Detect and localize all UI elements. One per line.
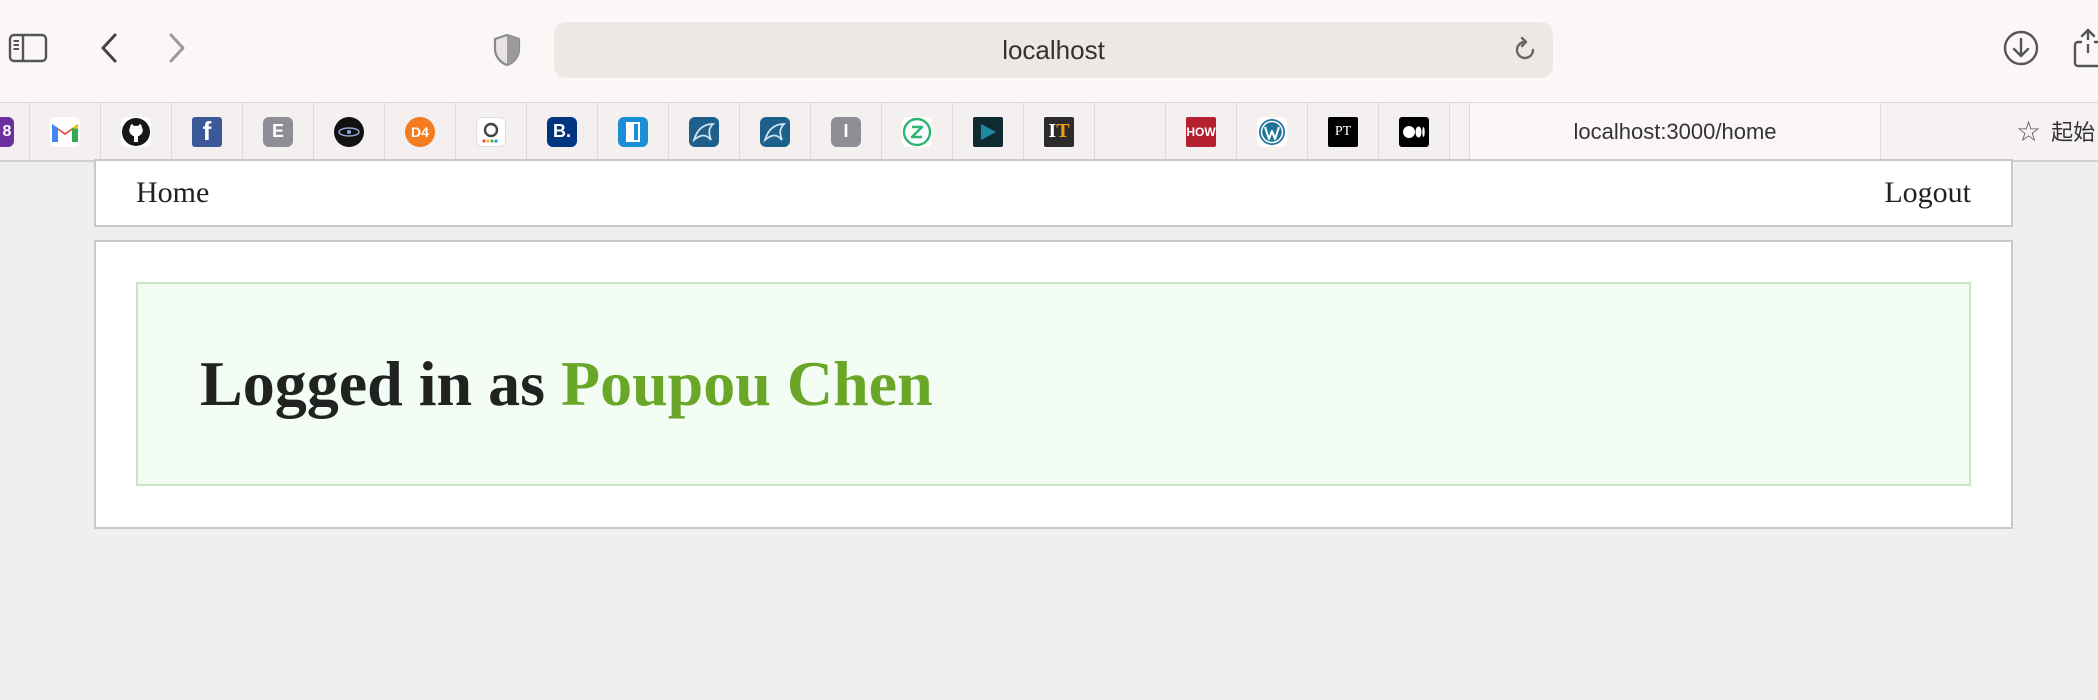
download-icon[interactable]: [1998, 26, 2044, 70]
bookmark-partial-icon: 8: [0, 116, 14, 147]
door-icon: [618, 116, 648, 147]
dark-logo-icon: [334, 116, 364, 147]
browser-toolbar: localhost: [0, 0, 2098, 102]
d4-icon: D4: [405, 116, 435, 147]
gmail-icon: [50, 116, 80, 147]
tab-bar: 8 f E D4 B. I I T HOW PT localhost:3000/…: [0, 102, 2098, 162]
tab-overflow-label: 起始: [2051, 121, 2096, 146]
bookmark-blank[interactable]: [1095, 103, 1166, 160]
bookmark-a-site[interactable]: [456, 103, 527, 160]
bookmark-play-dark[interactable]: [953, 103, 1024, 160]
forward-icon[interactable]: [158, 28, 196, 68]
bookmark-i-site[interactable]: I: [811, 103, 882, 160]
mysql-dolphin-icon: [760, 116, 790, 147]
tab-active-title: localhost:3000/home: [1573, 118, 1777, 144]
bookmark-z-site[interactable]: [882, 103, 953, 160]
blank-icon: [1115, 117, 1145, 147]
home-link[interactable]: Home: [136, 161, 209, 225]
sidebar-toggle-icon[interactable]: [6, 28, 50, 68]
login-status-heading: Logged in as Poupou Chen: [200, 284, 933, 484]
favorites-bar: 8 f E D4 B. I I T HOW PT: [0, 103, 1450, 160]
e-site-icon: E: [263, 116, 293, 147]
privacy-shield-icon[interactable]: [488, 30, 526, 70]
z-site-icon: [902, 116, 932, 147]
star-icon[interactable]: ☆: [2016, 115, 2041, 148]
bookmark-mysql-2[interactable]: [740, 103, 811, 160]
login-status-prefix: Logged in as: [200, 348, 545, 419]
booking-icon: B.: [547, 116, 577, 147]
bookmark-wordpress[interactable]: [1237, 103, 1308, 160]
play-icon: [973, 116, 1003, 147]
bookmark-it-site[interactable]: IT: [1024, 103, 1095, 160]
main-card: Logged in as Poupou Chen: [94, 240, 2013, 529]
bookmark-medium[interactable]: [1379, 103, 1450, 160]
medium-icon: [1399, 116, 1429, 147]
bookmark-door-app[interactable]: [598, 103, 669, 160]
wordpress-icon: [1257, 116, 1287, 147]
tab-overflow[interactable]: ☆ 起始: [2016, 111, 2095, 151]
username: Poupou Chen: [560, 348, 933, 419]
how-icon: HOW: [1186, 116, 1216, 147]
bookmark-github[interactable]: [101, 103, 172, 160]
share-icon[interactable]: [2068, 26, 2098, 70]
bookmark-how[interactable]: HOW: [1166, 103, 1237, 160]
it-site-icon: IT: [1044, 116, 1074, 147]
logout-link[interactable]: Logout: [1884, 161, 1971, 225]
back-icon[interactable]: [90, 28, 128, 68]
pt-site-icon: PT: [1328, 116, 1358, 147]
tab-active[interactable]: localhost:3000/home: [1469, 103, 1881, 160]
bookmark-partial[interactable]: 8: [0, 103, 30, 160]
reload-icon[interactable]: [1509, 34, 1541, 66]
bookmark-booking[interactable]: B.: [527, 103, 598, 160]
bookmark-facebook[interactable]: f: [172, 103, 243, 160]
login-status-alert: Logged in as Poupou Chen: [136, 282, 1971, 486]
bookmark-dark-logo[interactable]: [314, 103, 385, 160]
bookmark-pt-site[interactable]: PT: [1308, 103, 1379, 160]
a-site-icon: [476, 116, 506, 147]
bookmark-mysql-1[interactable]: [669, 103, 740, 160]
bookmark-gmail[interactable]: [30, 103, 101, 160]
i-site-icon: I: [831, 116, 861, 147]
site-navbar: Home Logout: [94, 159, 2013, 227]
github-icon: [121, 116, 151, 147]
facebook-icon: f: [192, 116, 222, 147]
address-bar[interactable]: localhost: [554, 22, 1553, 78]
address-bar-text[interactable]: localhost: [554, 22, 1553, 78]
bookmark-d4[interactable]: D4: [385, 103, 456, 160]
mysql-dolphin-icon: [689, 116, 719, 147]
bookmark-e-site[interactable]: E: [243, 103, 314, 160]
